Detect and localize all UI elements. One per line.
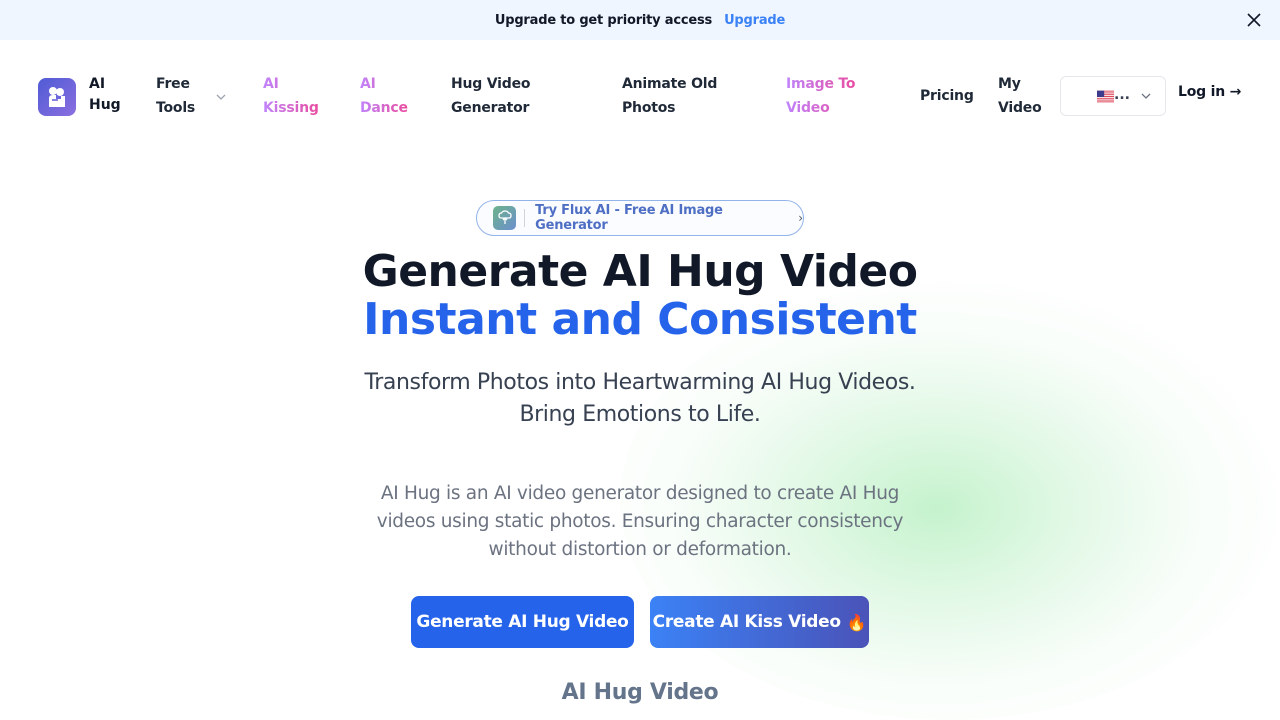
logo[interactable] bbox=[38, 78, 76, 116]
divider bbox=[524, 209, 526, 227]
section-title: AI Hug Video bbox=[561, 680, 719, 705]
create-ai-kiss-video-button[interactable]: Create AI Kiss Video 🔥 bbox=[650, 596, 869, 648]
hero-subtitle: Transform Photos into Heartwarming AI Hu… bbox=[0, 367, 1280, 431]
tree-icon bbox=[493, 206, 517, 230]
brand-name[interactable]: AI Hug bbox=[89, 74, 129, 116]
hero-title: Generate AI Hug Video bbox=[362, 246, 918, 297]
chevron-down-icon[interactable] bbox=[216, 92, 226, 102]
chevron-down-icon bbox=[1141, 93, 1151, 99]
language-select[interactable]: ... bbox=[1060, 76, 1166, 116]
nav-ai-dance[interactable]: AI Dance bbox=[360, 72, 410, 120]
close-banner-button[interactable] bbox=[1244, 10, 1264, 30]
us-flag-icon bbox=[1097, 90, 1114, 103]
banner-message: Upgrade to get priority access bbox=[494, 12, 713, 28]
generate-ai-hug-video-button[interactable]: Generate AI Hug Video bbox=[411, 596, 634, 648]
hug-logo-icon bbox=[49, 87, 65, 107]
hero-title-accent: Instant and Consistent bbox=[363, 294, 917, 345]
upgrade-banner: Upgrade to get priority access Upgrade bbox=[0, 0, 1280, 40]
fire-icon: 🔥 bbox=[846, 612, 867, 632]
close-icon bbox=[1247, 13, 1261, 27]
nav-image-to-video[interactable]: Image To Video bbox=[786, 72, 862, 120]
nav-free-tools[interactable]: Free Tools bbox=[156, 72, 196, 120]
main-nav: AI Hug Free Tools AI Kissing AI Dance Hu… bbox=[0, 40, 1280, 152]
nav-hug-video-generator[interactable]: Hug Video Generator bbox=[451, 72, 541, 120]
hero-description: AI Hug is an AI video generator designed… bbox=[376, 483, 904, 560]
button-label: Create AI Kiss Video bbox=[652, 612, 841, 632]
nav-animate-old-photos[interactable]: Animate Old Photos bbox=[622, 72, 722, 120]
nav-pricing[interactable]: Pricing bbox=[920, 84, 974, 108]
chevron-right-icon: › bbox=[798, 211, 804, 225]
language-selected: ... bbox=[1114, 87, 1130, 103]
hero-subtitle-line-1: Transform Photos into Heartwarming AI Hu… bbox=[364, 370, 916, 395]
hero-subtitle-line-2: Bring Emotions to Life. bbox=[519, 402, 761, 427]
nav-ai-kissing[interactable]: AI Kissing bbox=[263, 72, 323, 120]
button-label: Generate AI Hug Video bbox=[416, 612, 629, 632]
flux-ai-promo-link[interactable]: Try Flux AI - Free AI Image Generator › bbox=[476, 200, 804, 236]
promo-text: Try Flux AI - Free AI Image Generator bbox=[535, 203, 723, 233]
upgrade-link[interactable]: Upgrade bbox=[724, 13, 785, 28]
nav-my-video[interactable]: My Video bbox=[998, 72, 1048, 120]
login-link[interactable]: Log in → bbox=[1178, 84, 1241, 100]
